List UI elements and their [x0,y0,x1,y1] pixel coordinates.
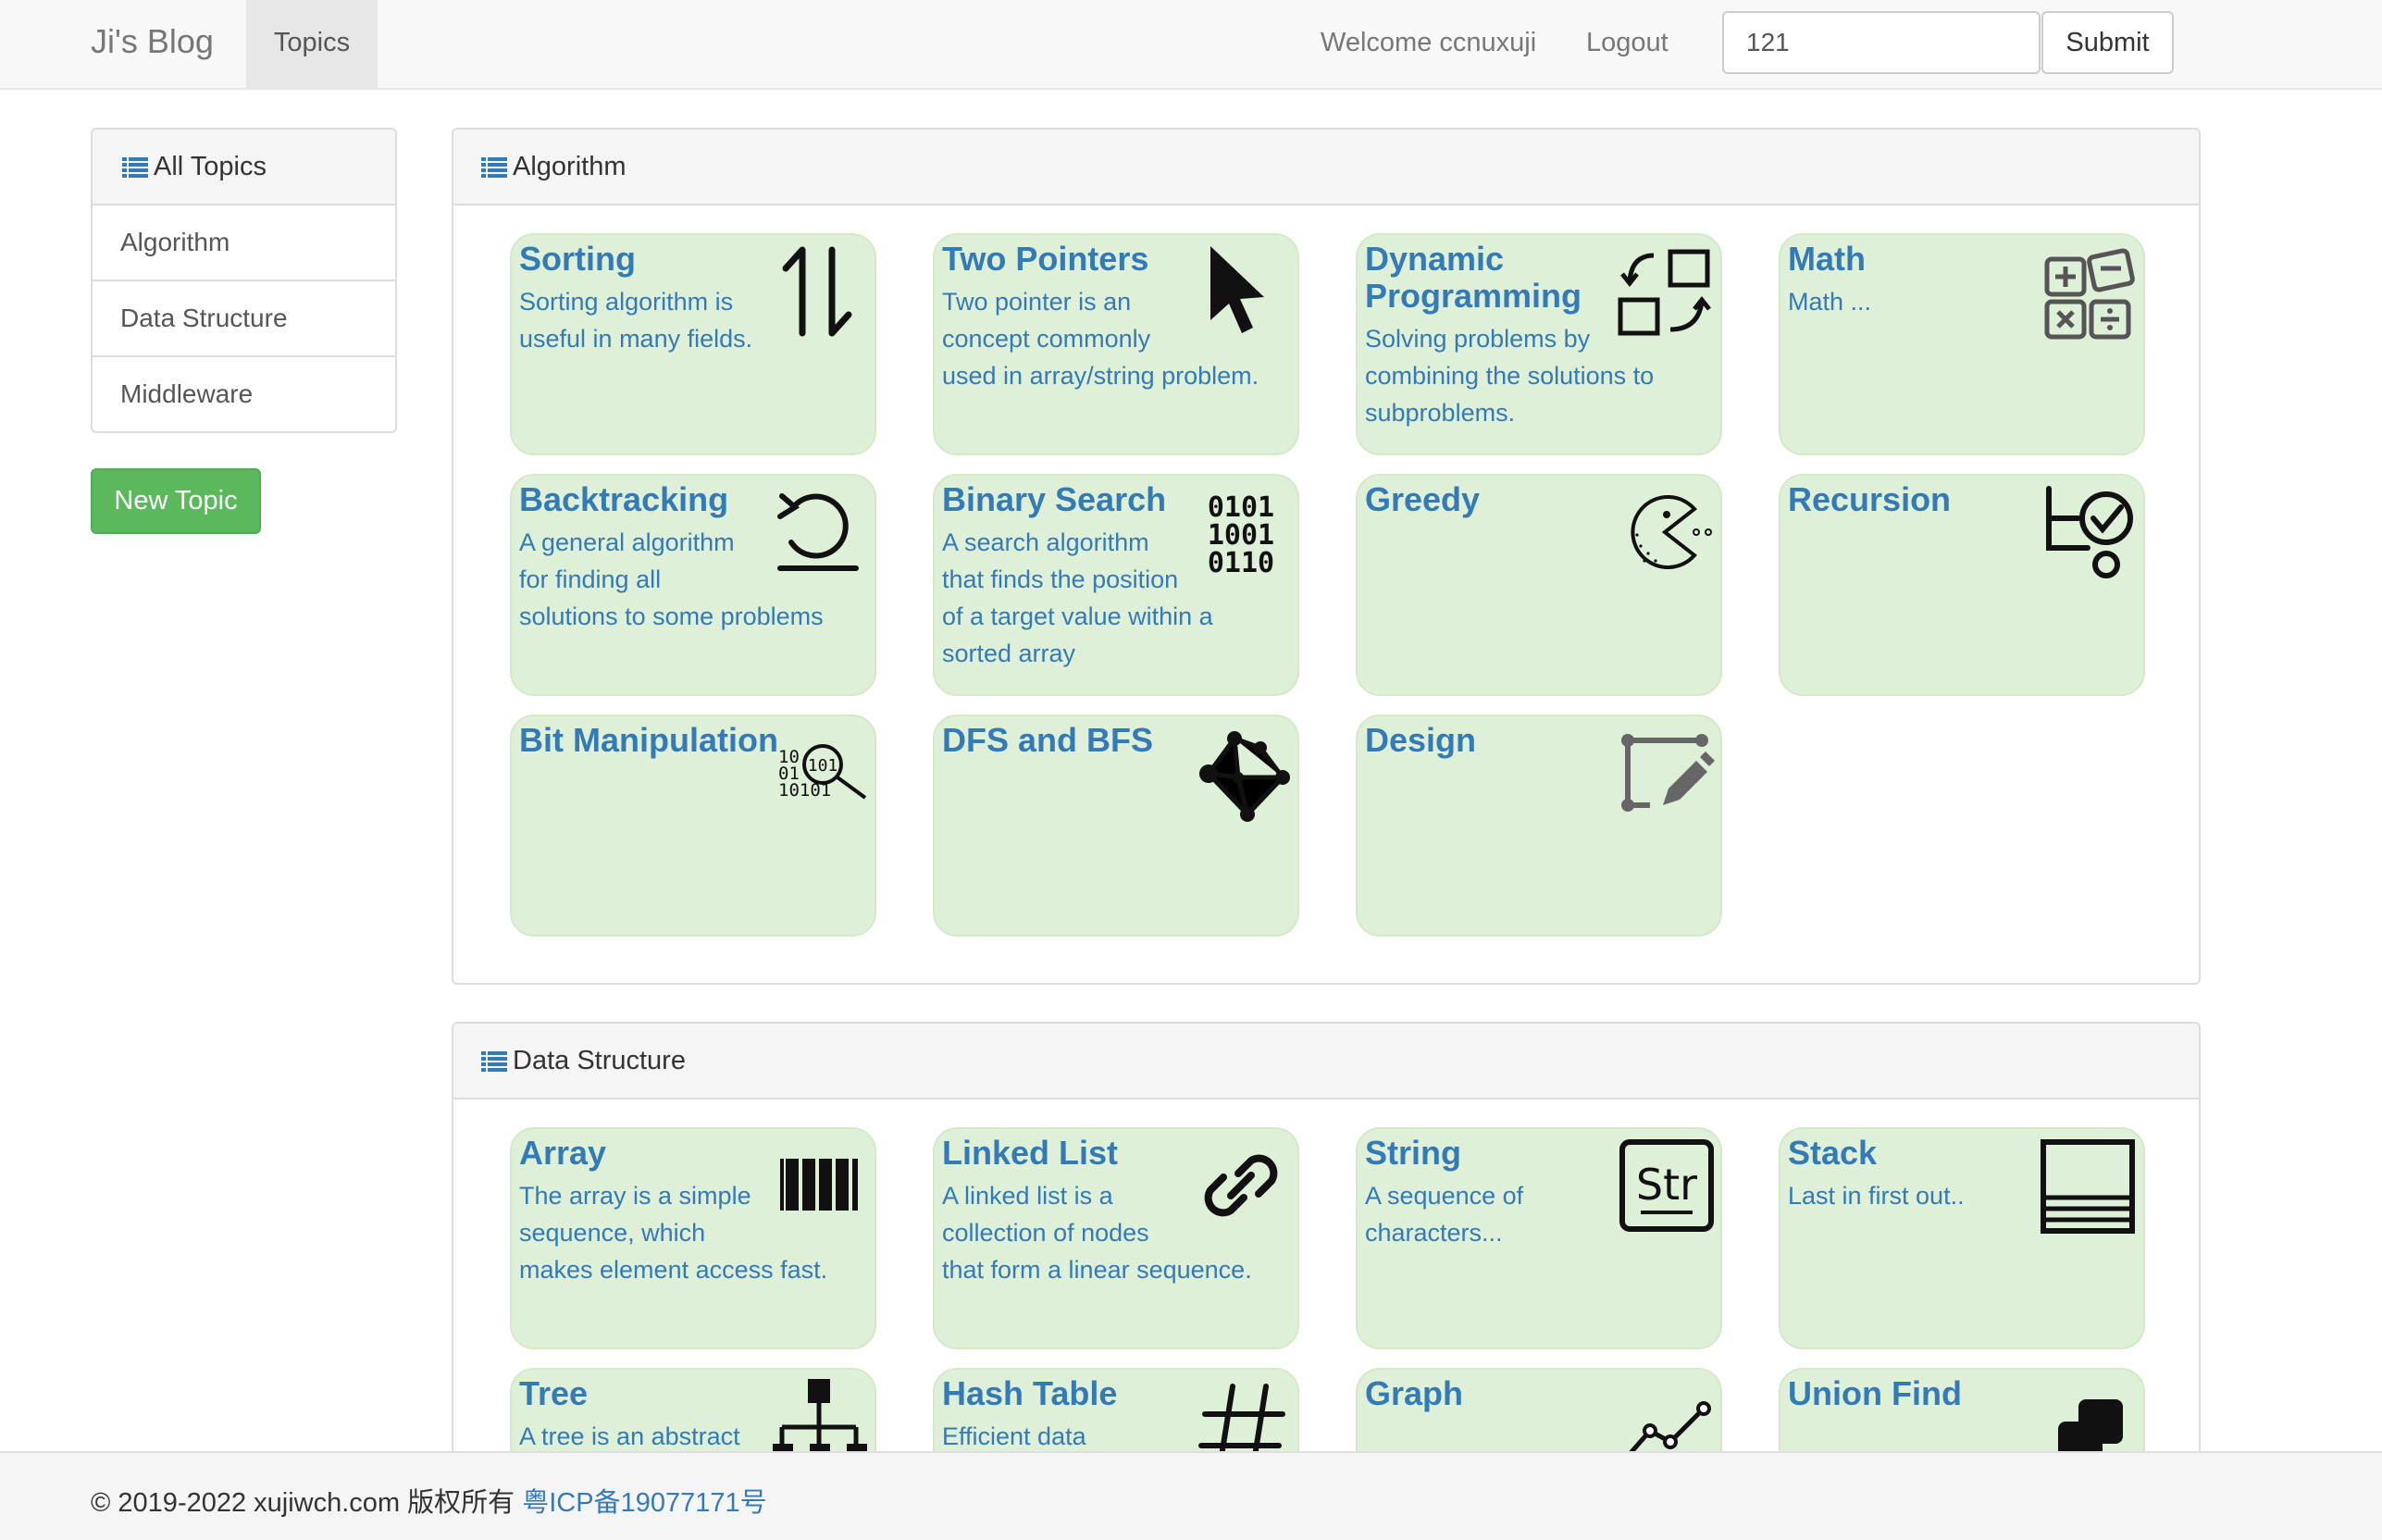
graph-nodes-icon [1190,722,1292,824]
algorithm-panel-heading: Algorithm [453,130,2199,205]
card-title[interactable]: Greedy [1365,481,1624,518]
card-title[interactable]: Sorting [519,241,778,278]
card-title[interactable]: Recursion [1788,481,2047,518]
binary-magnifier-icon: 10 01 10101 101 [773,722,875,824]
topic-card-math[interactable]: Math Math ... [1779,233,2145,455]
undo-icon [767,481,869,583]
topic-card-sorting[interactable]: Sorting Sorting algorithm is useful in m… [510,233,876,455]
topic-card-dfs-and-bfs[interactable]: DFS and BFS [933,714,1299,937]
sidebar-topics-panel: All Topics Algorithm Data Structure Midd… [91,128,397,433]
sidebar-item-algorithm[interactable]: Algorithm [93,205,395,281]
topic-card-binary-search[interactable]: Binary Search A search algorithm that fi… [933,474,1299,696]
submit-button[interactable]: Submit [2041,11,2174,74]
card-title[interactable]: Backtracking [519,481,778,518]
topic-card-two-pointers[interactable]: Two Pointers Two pointer is an concept c… [933,233,1299,455]
binary-digits-icon: 0101 1001 0110 [1190,481,1292,583]
topic-card-greedy[interactable]: Greedy [1356,474,1722,696]
list-icon [481,157,507,179]
draw-pencil-icon [1613,722,1715,824]
card-title[interactable]: Design [1365,722,1624,759]
string-icon-text: Str [1636,1160,1697,1210]
topic-card-linked-list[interactable]: Linked List A linked list is a collectio… [933,1127,1299,1349]
top-navbar: Ji's Blog Topics Welcome ccnuxuji Logout… [0,0,2382,90]
brand-link[interactable]: Ji's Blog [91,22,214,61]
stack-lines-icon [2036,1135,2138,1236]
card-title[interactable]: Hash Table [942,1375,1201,1412]
logout-link[interactable]: Logout [1586,28,1669,58]
card-title[interactable]: Binary Search [942,481,1201,518]
flow-check-icon [2036,481,2138,583]
card-title[interactable]: String [1365,1135,1624,1172]
svg-text:101: 101 [808,756,838,776]
topic-card-stack[interactable]: Stack Last in first out.. [1779,1127,2145,1349]
topic-card-string[interactable]: String A sequence of characters... Str [1356,1127,1722,1349]
data-structure-panel-heading: Data Structure [453,1024,2199,1099]
card-title[interactable]: Union Find [1788,1375,2047,1412]
calculator-icon [2036,241,2138,342]
chain-link-icon [1190,1135,1292,1236]
card-title[interactable]: Stack [1788,1135,2047,1172]
list-icon [122,157,148,179]
card-title[interactable]: Tree [519,1375,778,1412]
string-box-icon: Str [1613,1135,1715,1236]
algorithm-panel-title: Algorithm [513,152,627,181]
icp-link[interactable]: 粤ICP备19077171号 [522,1488,766,1518]
topic-card-array[interactable]: Array The array is a simple sequence, wh… [510,1127,876,1349]
squares-cycle-icon [1613,241,1715,342]
array-bars-icon [767,1135,869,1236]
sidebar-item-data-structure[interactable]: Data Structure [93,281,395,357]
topic-card-design[interactable]: Design [1356,714,1722,937]
card-title[interactable]: Math [1788,241,2047,278]
new-topic-button[interactable]: New Topic [91,468,261,534]
pacman-icon [1613,481,1715,583]
card-title[interactable]: Dynamic Programming [1365,241,1596,315]
topic-card-bit-manipulation[interactable]: Bit Manipulation 10 01 10101 101 [510,714,876,937]
card-title[interactable]: Array [519,1135,778,1172]
topic-card-backtracking[interactable]: Backtracking A general algorithm for fin… [510,474,876,696]
svg-text:0110: 0110 [1208,547,1274,579]
welcome-text[interactable]: Welcome ccnuxuji [1321,28,1536,58]
topic-card-recursion[interactable]: Recursion [1779,474,2145,696]
card-title[interactable]: Two Pointers [942,241,1201,278]
data-structure-panel: Data Structure Array The array is a simp… [452,1022,2201,1466]
card-title[interactable]: Linked List [942,1135,1201,1172]
page-footer: © 2019-2022 xujiwch.com 版权所有 粤ICP备190771… [0,1451,2382,1540]
card-title[interactable]: DFS and BFS [942,722,1201,759]
footer-text: © 2019-2022 xujiwch.com 版权所有 粤ICP备190771… [91,1481,767,1520]
algorithm-panel: Algorithm Sorting Sorting algorithm is u… [452,128,2201,985]
card-title[interactable]: Bit Manipulation [519,722,797,759]
sidebar-heading: All Topics [93,130,395,205]
card-title[interactable]: Graph [1365,1375,1624,1412]
cursor-pointer-icon [1190,241,1292,342]
topic-card-dynamic-programming[interactable]: Dynamic Programming Solving problems by … [1356,233,1722,455]
sort-arrows-icon [767,241,869,342]
sidebar-heading-label: All Topics [154,152,267,181]
sidebar-item-middleware[interactable]: Middleware [93,357,395,431]
copyright-text: © 2019-2022 xujiwch.com 版权所有 [91,1488,515,1518]
nav-topics-link[interactable]: Topics [246,0,378,88]
list-icon [481,1051,507,1073]
search-input[interactable] [1722,11,2041,74]
data-structure-panel-title: Data Structure [513,1046,686,1075]
